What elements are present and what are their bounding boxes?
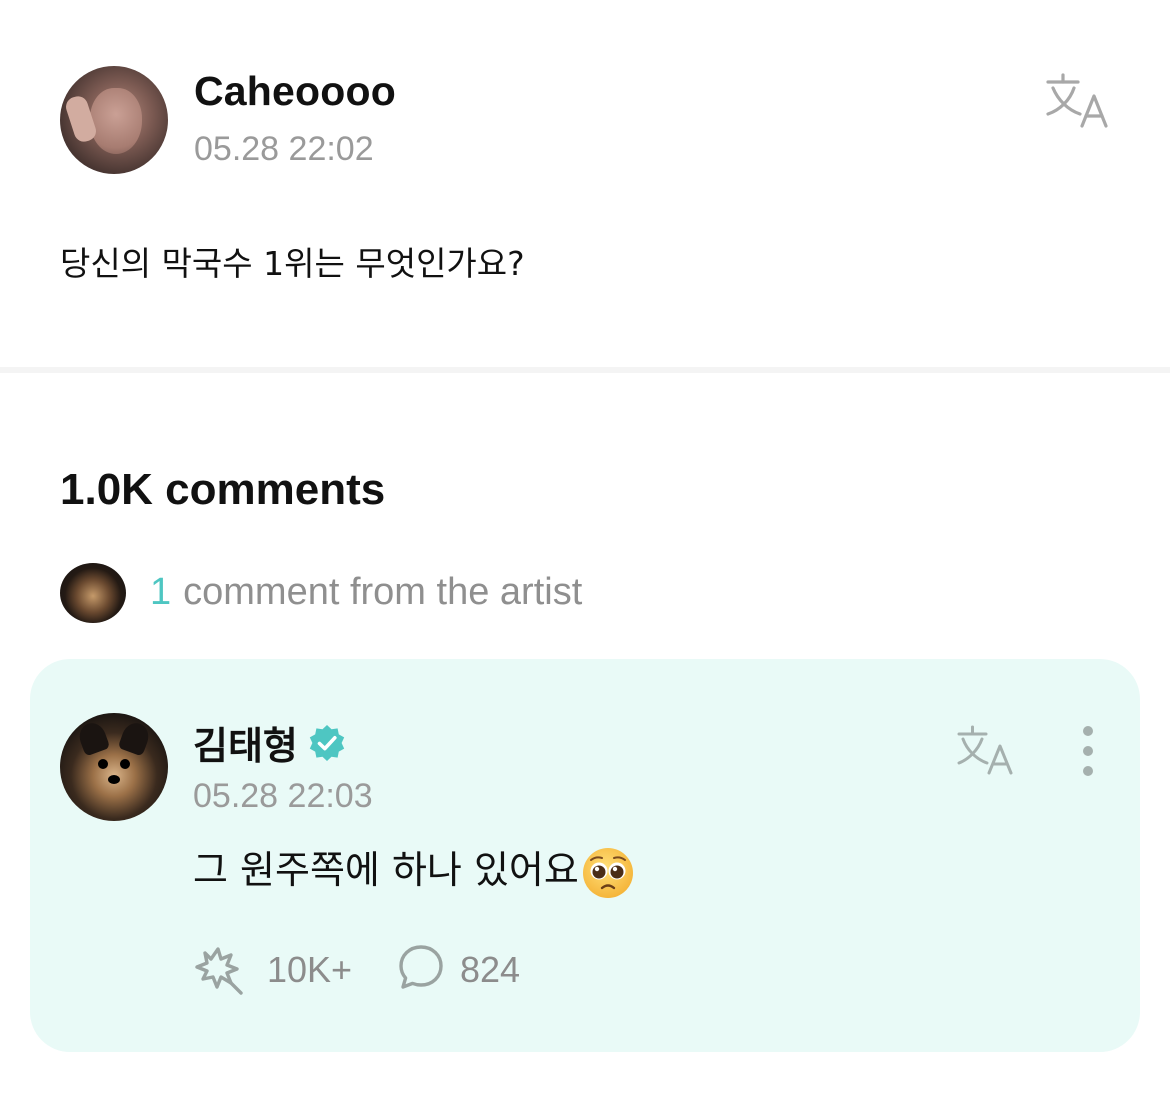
reply-bubble-icon[interactable] — [397, 943, 445, 991]
avatar-eye — [98, 759, 108, 769]
avatar-ear — [75, 719, 111, 757]
artist-avatar[interactable] — [60, 713, 168, 821]
pleading-face-emoji-icon — [582, 847, 633, 898]
section-divider — [0, 367, 1170, 373]
artist-comment-filter[interactable]: 1 comment from the artist — [60, 563, 760, 625]
artist-name-row: 김태형 — [193, 715, 347, 768]
comment-timestamp: 05.28 22:03 — [193, 777, 373, 815]
post-detail-page: Caheoooo 05.28 22:02 당신의 막국수 1위는 무엇인가요? … — [0, 0, 1170, 1095]
artist-comment-count: 1 — [150, 571, 172, 613]
cheer-like-icon[interactable] — [193, 943, 249, 995]
translate-icon[interactable] — [955, 723, 1019, 775]
reply-count: 824 — [460, 949, 521, 990]
artist-comment-card: 김태형 05.28 22:03 그 원주쪽에 하나 있어요 10K+ 824 — [30, 659, 1140, 1052]
comment-actions: 10K+ 824 — [193, 943, 593, 995]
more-options-icon[interactable] — [1070, 723, 1106, 779]
author-name[interactable]: Caheoooo — [194, 68, 396, 115]
post-timestamp: 05.28 22:02 — [194, 130, 374, 168]
post-header: Caheoooo 05.28 22:02 — [60, 66, 1120, 176]
comment-text: 그 원주쪽에 하나 있어요 — [193, 848, 579, 892]
avatar-nose — [108, 775, 120, 784]
avatar-eye — [120, 759, 130, 769]
translate-icon[interactable] — [1044, 70, 1114, 128]
comment-text-row: 그 원주쪽에 하나 있어요 — [193, 839, 635, 900]
avatar-face — [90, 88, 142, 154]
comments-count: 1.0K comments — [60, 465, 386, 514]
artist-comment-label: comment from the artist — [183, 571, 583, 613]
artist-name[interactable]: 김태형 — [193, 724, 298, 768]
post-body: 당신의 막국수 1위는 무엇인가요? — [60, 244, 525, 283]
verified-badge-icon — [309, 724, 345, 761]
artist-avatar-small — [60, 563, 126, 623]
author-avatar[interactable] — [60, 66, 168, 174]
like-count: 10K+ — [267, 949, 353, 990]
artist-comment-summary: 1 comment from the artist — [150, 571, 582, 614]
avatar-ear — [117, 719, 153, 757]
